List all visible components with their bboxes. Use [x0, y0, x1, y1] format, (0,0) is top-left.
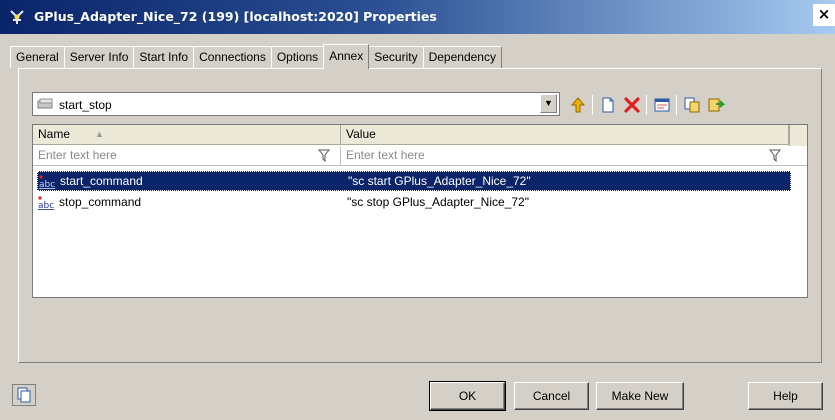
name-filter-input[interactable]: Enter text here: [33, 146, 341, 165]
tab-start-info[interactable]: Start Info: [133, 46, 195, 68]
tab-server-info[interactable]: Server Info: [63, 46, 135, 68]
row-value: "sc stop GPlus_Adapter_Nice_72": [347, 195, 529, 209]
delete-button[interactable]: [622, 95, 642, 115]
properties-dialog: GPlus_Adapter_Nice_72 (199) [localhost:2…: [0, 0, 835, 420]
section-combo-value: start_stop: [59, 98, 112, 112]
new-button[interactable]: [598, 95, 618, 115]
title-bar[interactable]: GPlus_Adapter_Nice_72 (199) [localhost:2…: [0, 0, 835, 34]
annex-grid: Name ▲ Value Enter text here Enter text …: [32, 124, 808, 298]
filter-icon[interactable]: [318, 149, 330, 162]
properties-icon: [654, 98, 670, 112]
string-type-icon: abc: [39, 175, 55, 189]
close-button[interactable]: ×: [813, 4, 835, 26]
tab-annex[interactable]: Annex: [323, 44, 370, 69]
sort-ascending-icon: ▲: [95, 129, 104, 139]
filter-icon[interactable]: [769, 149, 781, 162]
tab-connections[interactable]: Connections: [193, 46, 272, 68]
filter-row: Enter text here Enter text here: [33, 146, 807, 166]
make-new-button[interactable]: Make New: [596, 382, 684, 410]
table-row[interactable]: abc stop_command "sc stop GPlus_Adapter_…: [37, 193, 791, 213]
toolbar-separator: [646, 95, 647, 115]
copy-icon: [17, 387, 31, 403]
row-name: stop_command: [59, 195, 142, 209]
copy-icon: [684, 97, 700, 113]
help-button[interactable]: Help: [748, 382, 823, 410]
table-row[interactable]: abc start_command "sc start GPlus_Adapte…: [37, 171, 791, 191]
row-name: start_command: [60, 174, 143, 188]
delete-icon: [624, 97, 640, 113]
chevron-down-icon: ▼: [544, 98, 553, 108]
new-icon: [602, 97, 614, 113]
plugin-icon: [10, 10, 24, 24]
cancel-button[interactable]: Cancel: [514, 382, 589, 410]
paste-button[interactable]: [706, 95, 726, 115]
section-combo[interactable]: start_stop: [32, 92, 560, 116]
tab-dependency[interactable]: Dependency: [422, 46, 502, 68]
column-header-value[interactable]: Value: [341, 125, 789, 145]
ok-button[interactable]: OK: [429, 381, 506, 411]
window-title: GPlus_Adapter_Nice_72 (199) [localhost:2…: [34, 9, 437, 24]
section-icon: [37, 98, 53, 109]
svg-text:abc: abc: [38, 201, 54, 210]
tab-strip: General Server Info Start Info Connectio…: [10, 44, 502, 69]
move-up-button[interactable]: [568, 95, 588, 115]
column-header-name[interactable]: Name ▲: [33, 125, 341, 145]
copy-button[interactable]: [682, 95, 702, 115]
copy-to-clipboard-button[interactable]: [12, 384, 36, 406]
svg-text:abc: abc: [39, 180, 55, 189]
tab-general[interactable]: General: [10, 46, 65, 68]
tab-options[interactable]: Options: [270, 46, 325, 68]
row-value: "sc start GPlus_Adapter_Nice_72": [348, 174, 531, 188]
grid-header: Name ▲ Value: [33, 125, 807, 145]
value-filter-input[interactable]: Enter text here: [341, 146, 789, 165]
tab-security[interactable]: Security: [368, 46, 424, 68]
properties-button[interactable]: [652, 95, 672, 115]
toolbar-separator: [592, 95, 593, 115]
move-up-icon: [570, 97, 586, 113]
toolbar-separator: [676, 95, 677, 115]
combo-dropdown-button[interactable]: ▼: [540, 94, 557, 113]
string-type-icon: abc: [38, 196, 54, 210]
paste-icon: [708, 98, 725, 112]
